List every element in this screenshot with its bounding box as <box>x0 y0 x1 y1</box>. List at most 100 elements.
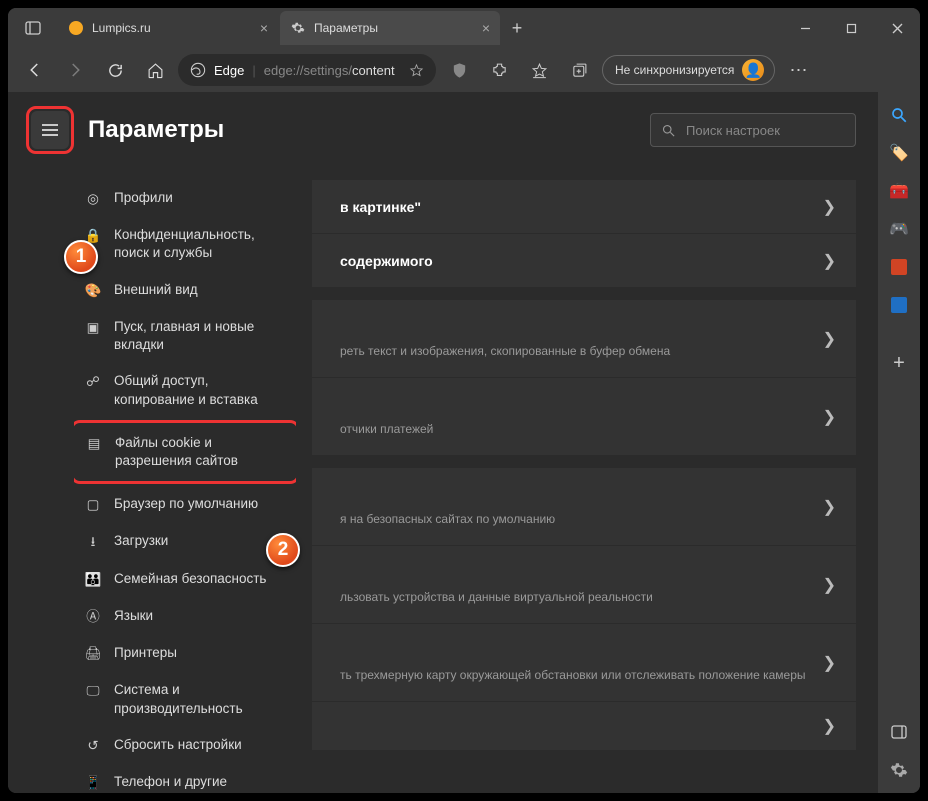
sidebar-item-label: Сбросить настройки <box>114 736 242 754</box>
page-title: Параметры <box>88 116 224 144</box>
row-title: в картинке" <box>340 199 421 215</box>
chevron-right-icon: ❯ <box>823 497 836 517</box>
minimize-button[interactable] <box>782 8 828 48</box>
more-button[interactable]: ⋯ <box>781 53 815 87</box>
tab-close-button[interactable]: × <box>482 21 490 35</box>
row-subtitle: я на безопасных сайтах по умолчанию <box>340 512 555 526</box>
sidebar-search-icon[interactable] <box>888 104 910 126</box>
cookie-icon: ▤ <box>85 435 103 453</box>
sidebar-outlook-icon[interactable] <box>888 294 910 316</box>
download-icon: ⭳ <box>84 533 102 551</box>
sidebar-item-appearance[interactable]: 🎨 Внешний вид <box>74 272 296 309</box>
tab-actions-button[interactable] <box>16 11 50 45</box>
sidebar-item-label: Внешний вид <box>114 281 198 299</box>
sidebar-settings-icon[interactable] <box>888 759 910 781</box>
tab-strip: Lumpics.ru × Параметры × + <box>8 8 782 48</box>
settings-row[interactable]: ть трехмерную карту окружающей обстановк… <box>312 624 856 702</box>
tab-title: Параметры <box>314 21 472 35</box>
sidebar-games-icon[interactable]: 🎮 <box>888 218 910 240</box>
chevron-right-icon: ❯ <box>823 653 836 673</box>
sidebar-highlight: ▤ Файлы cookie и разрешения сайтов <box>74 420 296 484</box>
language-icon: Ⓐ <box>84 608 102 626</box>
sync-label: Не синхронизируется <box>615 63 734 77</box>
settings-row[interactable]: в картинке" ❯ <box>312 180 856 234</box>
sidebar-item-downloads[interactable]: ⭳ Загрузки <box>74 523 296 560</box>
settings-header: Параметры Поиск настроек <box>8 92 878 168</box>
row-title <box>340 644 344 660</box>
collections-button[interactable] <box>562 53 596 87</box>
sidebar-item-profiles[interactable]: ◎Профили <box>74 180 296 217</box>
sidebar-item-label: Профили <box>114 189 173 207</box>
settings-row[interactable]: отчики платежей❯ <box>312 378 856 456</box>
search-placeholder: Поиск настроек <box>686 123 780 138</box>
address-separator: | <box>252 63 255 78</box>
window-icon: ▣ <box>84 319 102 337</box>
sidebar-item-label: Файлы cookie и разрешения сайтов <box>115 434 285 470</box>
settings-search[interactable]: Поиск настроек <box>650 113 856 147</box>
sidebar-item-label: Языки <box>114 607 153 625</box>
shield-button[interactable] <box>442 53 476 87</box>
chevron-right-icon: ❯ <box>823 575 836 595</box>
settings-menu-button[interactable] <box>31 111 69 149</box>
row-subtitle: ть трехмерную карту окружающей обстановк… <box>340 668 806 682</box>
new-tab-button[interactable]: + <box>502 13 532 43</box>
sidebar-item-label: Загрузки <box>114 532 168 550</box>
tab-lumpics[interactable]: Lumpics.ru × <box>58 11 278 45</box>
profile-sync-button[interactable]: Не синхронизируется 👤 <box>602 55 775 85</box>
row-subtitle: льзовать устройства и данные виртуальной… <box>340 590 653 604</box>
sidebar-item-label: Конфиденциальность, поиск и службы <box>114 226 286 262</box>
favorite-button[interactable] <box>409 63 424 78</box>
hamburger-highlight <box>26 106 74 154</box>
monitor-icon: 🖵 <box>84 682 102 700</box>
sidebar-toolbox-icon[interactable]: 🧰 <box>888 180 910 202</box>
sidebar-tag-icon[interactable]: 🏷️ <box>888 142 910 164</box>
sidebar-item-label: Пуск, главная и новые вкладки <box>114 318 286 354</box>
sidebar-item-label: Семейная безопасность <box>114 570 266 588</box>
favorites-button[interactable] <box>522 53 556 87</box>
row-title <box>340 398 344 414</box>
sidebar-item-share[interactable]: ☍Общий доступ, копирование и вставка <box>74 363 296 417</box>
sidebar-item-start[interactable]: ▣ Пуск, главная и новые вкладки <box>74 309 296 363</box>
sidebar-item-printers[interactable]: 🖨Принтеры <box>74 635 296 672</box>
sidebar-item-system[interactable]: 🖵 Система и производительность <box>74 672 296 726</box>
home-button[interactable] <box>138 53 172 87</box>
browser-window: Lumpics.ru × Параметры × + Edge <box>8 8 920 793</box>
sidebar-add-button[interactable]: + <box>888 352 910 374</box>
tab-close-button[interactable]: × <box>260 21 268 35</box>
row-subtitle: отчики платежей <box>340 422 433 436</box>
sidebar-item-phone[interactable]: 📱Телефон и другие устройства <box>74 764 296 793</box>
settings-row[interactable]: ❯ <box>312 702 856 751</box>
forward-button[interactable] <box>58 53 92 87</box>
tab-title: Lumpics.ru <box>92 21 250 35</box>
sidebar-item-default-browser[interactable]: ▢Браузер по умолчанию <box>74 486 296 523</box>
settings-row[interactable]: содержимого❯ <box>312 234 856 288</box>
refresh-button[interactable] <box>98 53 132 87</box>
palette-icon: 🎨 <box>84 282 102 300</box>
maximize-button[interactable] <box>828 8 874 48</box>
close-button[interactable] <box>874 8 920 48</box>
sidebar-item-label: Телефон и другие устройства <box>114 773 286 793</box>
settings-row[interactable]: реть текст и изображения, скопированные … <box>312 300 856 378</box>
sidebar-item-languages[interactable]: Ⓐ Языки <box>74 598 296 635</box>
url-dim: edge://settings/ <box>264 63 352 78</box>
printer-icon: 🖨 <box>84 645 102 663</box>
chevron-right-icon: ❯ <box>823 197 836 217</box>
family-icon: 👪 <box>84 571 102 589</box>
sidebar-item-label: Система и производительность <box>114 681 286 717</box>
sidebar-item-cookies[interactable]: ▤ Файлы cookie и разрешения сайтов <box>75 425 295 479</box>
sidebar-item-family[interactable]: 👪 Семейная безопасность <box>74 561 296 598</box>
sidebar-item-reset[interactable]: ↺Сбросить настройки <box>74 727 296 764</box>
back-button[interactable] <box>18 53 52 87</box>
sidebar-collapse-icon[interactable] <box>888 721 910 743</box>
sidebar-office-icon[interactable] <box>888 256 910 278</box>
row-subtitle: реть текст и изображения, скопированные … <box>340 344 670 358</box>
sidebar-item-privacy[interactable]: 🔒Конфиденциальность, поиск и службы <box>74 217 296 271</box>
browser-icon: ▢ <box>84 496 102 514</box>
address-bar[interactable]: Edge | edge://settings/content <box>178 54 436 86</box>
gear-icon <box>291 21 305 35</box>
extensions-button[interactable] <box>482 53 516 87</box>
tab-settings[interactable]: Параметры × <box>280 11 500 45</box>
settings-row[interactable]: льзовать устройства и данные виртуальной… <box>312 546 856 624</box>
settings-row[interactable]: я на безопасных сайтах по умолчанию ❯ <box>312 468 856 546</box>
row-title <box>340 320 344 336</box>
